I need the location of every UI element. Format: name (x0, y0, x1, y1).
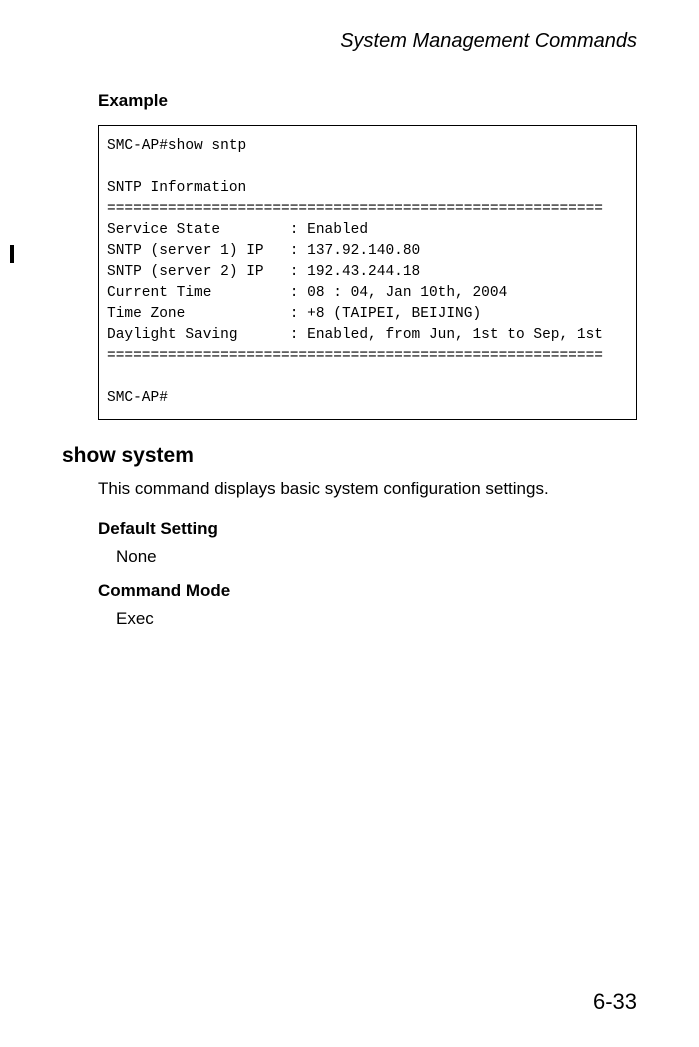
command-mode-label: Command Mode (98, 581, 637, 601)
example-heading: Example (98, 91, 637, 111)
page-number: 6-33 (593, 989, 637, 1015)
default-setting-value: None (116, 547, 637, 567)
default-setting-label: Default Setting (98, 519, 637, 539)
main-content: Example SMC-AP#show sntp SNTP Informatio… (0, 53, 699, 629)
code-example: SMC-AP#show sntp SNTP Information ======… (98, 125, 637, 420)
change-bar (10, 245, 14, 263)
section-title: show system (62, 444, 637, 468)
command-mode-value: Exec (116, 609, 637, 629)
page-header: System Management Commands (0, 0, 699, 53)
section-description: This command displays basic system confi… (98, 478, 637, 501)
